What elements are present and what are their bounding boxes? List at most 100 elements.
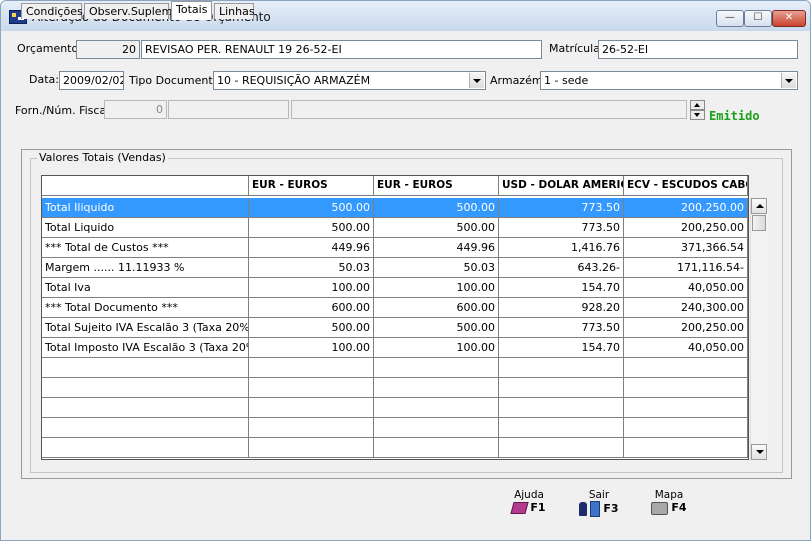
- table-row[interactable]: [42, 438, 748, 458]
- table-row[interactable]: Total Iliquido 500.00 500.00 773.50 200,250.…: [42, 198, 748, 218]
- value-cell[interactable]: 500.00: [249, 318, 374, 338]
- value-cell[interactable]: 100.00: [249, 338, 374, 358]
- value-cell[interactable]: [499, 438, 624, 458]
- table-row[interactable]: *** Total de Custos *** 449.96 449.96 1,416…: [42, 238, 748, 258]
- table-row[interactable]: Total Iva 100.00 100.00 154.70 40,050.00: [42, 278, 748, 298]
- row-label-cell[interactable]: Total Sujeito IVA Escalão 3 (Taxa 20%): [42, 318, 249, 338]
- close-button[interactable]: ✕: [772, 10, 806, 27]
- row-label-cell[interactable]: *** Total Documento ***: [42, 298, 249, 318]
- chevron-down-icon[interactable]: [781, 73, 796, 88]
- value-cell[interactable]: 773.50: [499, 198, 624, 218]
- value-cell[interactable]: 371,366.54: [624, 238, 748, 258]
- matricula-field[interactable]: 26-52-EI: [598, 40, 798, 59]
- row-label-cell[interactable]: Total Iva: [42, 278, 249, 298]
- grid-scrollbar[interactable]: [750, 198, 768, 460]
- row-label-cell[interactable]: Total Imposto IVA Escalão 3 (Taxa 20%): [42, 338, 249, 358]
- value-cell[interactable]: 200,250.00: [624, 198, 748, 218]
- value-cell[interactable]: [624, 418, 748, 438]
- value-cell[interactable]: [499, 398, 624, 418]
- tab-condicoes[interactable]: Condições: [21, 3, 83, 19]
- tab-totais[interactable]: Totais: [171, 1, 212, 20]
- value-cell[interactable]: [624, 438, 748, 458]
- value-cell[interactable]: [249, 398, 374, 418]
- value-cell[interactable]: 449.96: [249, 238, 374, 258]
- maximize-button[interactable]: ☐: [744, 10, 772, 27]
- scroll-up-icon[interactable]: [751, 198, 767, 214]
- value-cell[interactable]: 600.00: [374, 298, 499, 318]
- row-label-cell[interactable]: [42, 418, 249, 438]
- row-label-cell[interactable]: [42, 398, 249, 418]
- spin-down-icon[interactable]: [690, 110, 705, 120]
- value-cell[interactable]: [624, 398, 748, 418]
- tipo-documento-select[interactable]: 10 - REQUISIÇÃO ARMAZÉM: [213, 71, 486, 90]
- value-cell[interactable]: 1,416.76: [499, 238, 624, 258]
- value-cell[interactable]: 200,250.00: [624, 218, 748, 238]
- map-button[interactable]: Mapa F4: [639, 489, 699, 515]
- value-cell[interactable]: [249, 438, 374, 458]
- value-cell[interactable]: [249, 418, 374, 438]
- value-cell[interactable]: 154.70: [499, 278, 624, 298]
- row-label-cell[interactable]: Total Liquido: [42, 218, 249, 238]
- value-cell[interactable]: 928.20: [499, 298, 624, 318]
- table-row[interactable]: Margem ...... 11.11933 % 50.03 50.03 643.26…: [42, 258, 748, 278]
- value-cell[interactable]: 643.26-: [499, 258, 624, 278]
- armazem-select[interactable]: 1 - sede: [540, 71, 798, 90]
- chevron-down-icon[interactable]: [469, 73, 484, 88]
- value-cell[interactable]: [374, 358, 499, 378]
- value-cell[interactable]: 200,250.00: [624, 318, 748, 338]
- value-cell[interactable]: 100.00: [374, 338, 499, 358]
- row-label-cell[interactable]: [42, 378, 249, 398]
- value-cell[interactable]: 449.96: [374, 238, 499, 258]
- table-row[interactable]: Total Liquido 500.00 500.00 773.50 200,250.0…: [42, 218, 748, 238]
- row-label-cell[interactable]: [42, 438, 249, 458]
- table-row[interactable]: *** Total Documento *** 600.00 600.00 928.2…: [42, 298, 748, 318]
- table-row[interactable]: Total Imposto IVA Escalão 3 (Taxa 20%) 10…: [42, 338, 748, 358]
- value-cell[interactable]: [374, 378, 499, 398]
- value-cell[interactable]: 40,050.00: [624, 278, 748, 298]
- fornecedor-spinner[interactable]: [690, 100, 705, 121]
- table-row[interactable]: Total Sujeito IVA Escalão 3 (Taxa 20%) 50…: [42, 318, 748, 338]
- value-cell[interactable]: 100.00: [374, 278, 499, 298]
- exit-button[interactable]: Sair F3: [569, 489, 629, 517]
- value-cell[interactable]: [249, 358, 374, 378]
- value-cell[interactable]: 154.70: [499, 338, 624, 358]
- value-cell[interactable]: 773.50: [499, 318, 624, 338]
- table-row[interactable]: [42, 378, 748, 398]
- scroll-down-icon[interactable]: [751, 444, 767, 460]
- value-cell[interactable]: [249, 378, 374, 398]
- value-cell[interactable]: 500.00: [374, 198, 499, 218]
- totals-grid[interactable]: EUR - EUROS EUR - EUROS USD - DOLAR AMER…: [41, 175, 749, 460]
- table-row[interactable]: [42, 418, 748, 438]
- value-cell[interactable]: [374, 438, 499, 458]
- table-row[interactable]: [42, 358, 748, 378]
- value-cell[interactable]: 600.00: [249, 298, 374, 318]
- scroll-thumb[interactable]: [752, 215, 766, 231]
- value-cell[interactable]: 100.00: [249, 278, 374, 298]
- help-button[interactable]: Ajuda F1: [499, 489, 559, 514]
- value-cell[interactable]: 50.03: [249, 258, 374, 278]
- orcamento-number-field[interactable]: 20: [76, 40, 140, 59]
- row-label-cell[interactable]: Margem ...... 11.11933 %: [42, 258, 249, 278]
- spin-up-icon[interactable]: [690, 100, 705, 110]
- date-field[interactable]: 2009/02/02: [59, 71, 124, 90]
- value-cell[interactable]: 500.00: [249, 198, 374, 218]
- value-cell[interactable]: 773.50: [499, 218, 624, 238]
- value-cell[interactable]: 171,116.54-: [624, 258, 748, 278]
- value-cell[interactable]: [374, 398, 499, 418]
- value-cell[interactable]: [374, 418, 499, 438]
- table-row[interactable]: [42, 398, 748, 418]
- row-label-cell[interactable]: [42, 358, 249, 378]
- value-cell[interactable]: 240,300.00: [624, 298, 748, 318]
- value-cell[interactable]: 500.00: [374, 218, 499, 238]
- value-cell[interactable]: [624, 358, 748, 378]
- row-label-cell[interactable]: Total Iliquido: [42, 198, 249, 218]
- value-cell[interactable]: [624, 378, 748, 398]
- value-cell[interactable]: [499, 358, 624, 378]
- minimize-button[interactable]: —: [716, 10, 744, 27]
- value-cell[interactable]: 40,050.00: [624, 338, 748, 358]
- value-cell[interactable]: [499, 418, 624, 438]
- orcamento-description-field[interactable]: REVISAO PER. RENAULT 19 26-52-EI: [141, 40, 542, 59]
- tab-linhas[interactable]: Linhas: [214, 3, 255, 19]
- value-cell[interactable]: 500.00: [249, 218, 374, 238]
- value-cell[interactable]: [499, 378, 624, 398]
